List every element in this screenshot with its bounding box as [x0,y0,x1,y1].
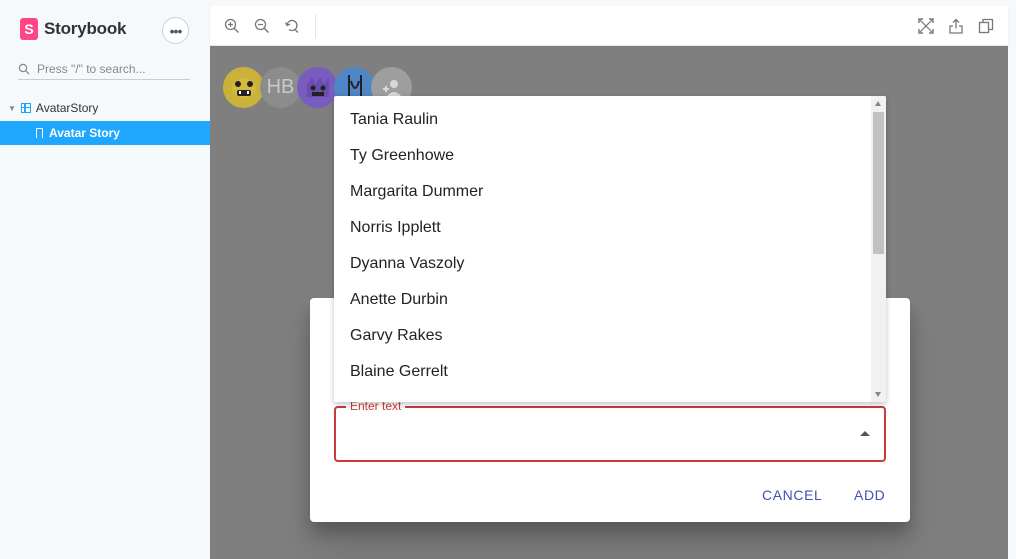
option[interactable]: Blaine Gerrelt [350,354,448,390]
scroll-thumb[interactable] [873,112,884,254]
option[interactable]: Anette Durbin [350,282,448,318]
autocomplete-field[interactable]: Enter text [334,399,886,462]
sidebar-group-avatarstory[interactable]: ▼ AvatarStory [8,101,98,115]
avatar-3[interactable] [297,67,338,108]
option[interactable]: Garvy Rakes [350,318,442,354]
option[interactable]: Dyanna Vaszoly [350,246,464,282]
sidebar-item-avatar-story[interactable]: Avatar Story [0,121,210,145]
scroll-down-icon[interactable] [875,392,881,397]
toolbar-divider [315,14,316,38]
option[interactable]: Margarita Dummer [350,174,483,210]
options-listbox[interactable]: Tania Raulin Ty Greenhowe Margarita Dumm… [334,96,886,402]
cancel-button[interactable]: CANCEL [762,487,822,503]
menu-button[interactable]: ••• [162,17,189,44]
zoom-out-icon[interactable] [253,17,271,35]
option[interactable]: Norris Ipplett [350,210,441,246]
avatar-1[interactable] [223,67,264,108]
component-icon [20,103,31,113]
brand[interactable]: S Storybook [20,18,126,40]
sidebar-item-label: Avatar Story [49,126,120,140]
brand-title: Storybook [44,19,127,38]
caret-down-icon: ▼ [8,103,16,113]
share-icon[interactable] [947,17,965,35]
sidebar-group-label: AvatarStory [35,101,99,115]
toolbar [210,6,1008,46]
search-input[interactable]: Press "/" to search... [18,58,190,80]
scroll-up-icon[interactable] [875,101,881,106]
add-button[interactable]: ADD [854,487,885,503]
avatar-initials-text: HB [266,76,295,98]
option[interactable]: Tania Raulin [350,102,438,138]
copy-icon[interactable] [977,17,995,35]
fullscreen-icon[interactable] [917,17,935,35]
scrollbar[interactable] [871,96,886,402]
avatar-initials[interactable]: HB [260,67,301,108]
zoom-in-icon[interactable] [223,17,241,35]
option[interactable]: Ty Greenhowe [350,138,454,174]
storybook-logo-icon: S [20,18,38,40]
search-icon [18,63,30,75]
bookmark-icon [35,128,43,141]
sidebar: S Storybook ••• Press "/" to search... ▼… [0,0,210,559]
reset-zoom-icon[interactable] [283,17,301,35]
ellipsis-icon: ••• [169,22,183,39]
dropdown-arrow-icon[interactable] [860,431,870,436]
search-placeholder: Press "/" to search... [37,61,146,76]
